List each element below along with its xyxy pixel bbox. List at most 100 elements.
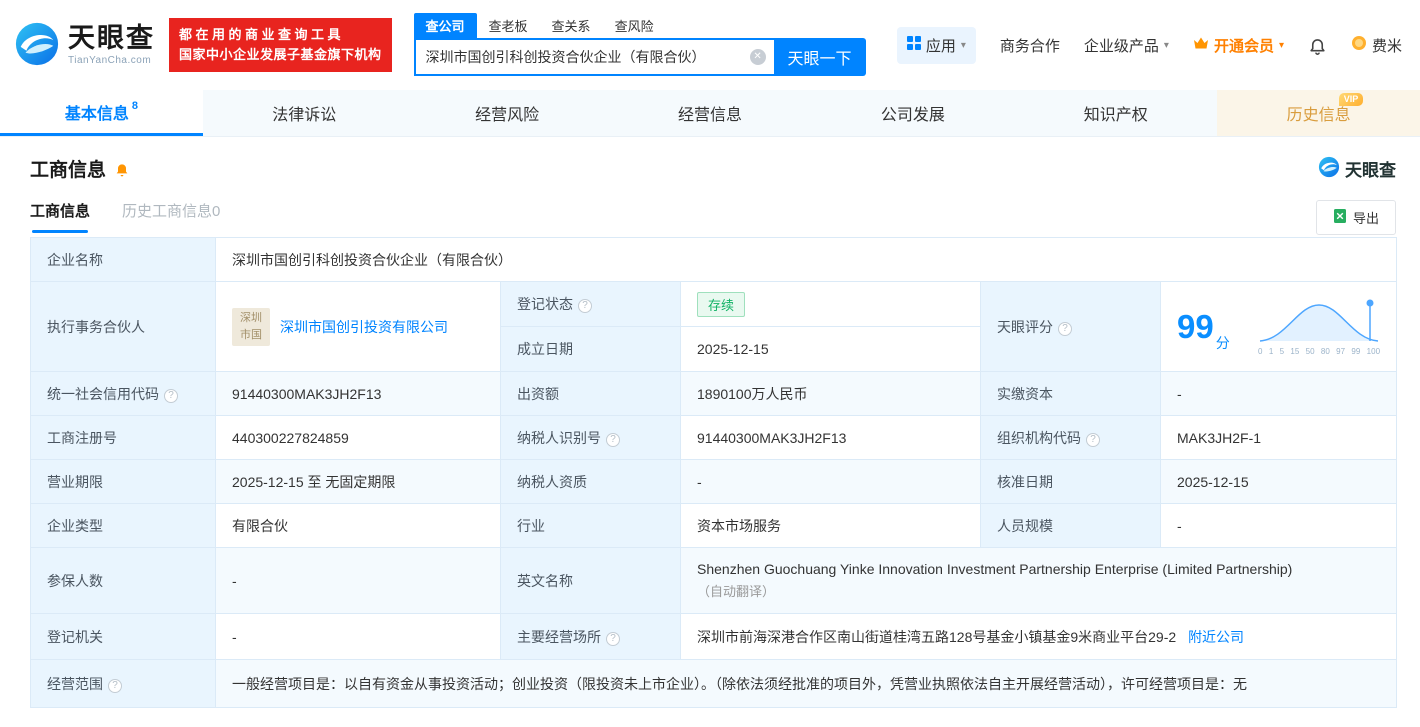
table-row: 工商注册号 440300227824859 纳税人识别号? 91440300MA… <box>30 415 1398 460</box>
score-label-text: 天眼评分 <box>997 318 1053 335</box>
brand-name: 天眼查 <box>68 22 155 53</box>
capital-label: 出资额 <box>500 371 681 416</box>
taxpayer-id-label-text: 纳税人识别号 <box>517 429 601 446</box>
tab-history-info[interactable]: 历史信息 VIP <box>1217 90 1420 136</box>
table-row: 营业期限 2025-12-15 至 无固定期限 纳税人资质 - 核准日期 202… <box>30 459 1398 504</box>
tab-legal-litigation[interactable]: 法律诉讼 <box>203 90 406 136</box>
table-row: 参保人数 - 英文名称 Shenzhen Guochuang Yinke Inn… <box>30 547 1398 614</box>
apps-menu-button[interactable]: 应用 ▾ <box>896 26 976 64</box>
brand-domain: TianYanCha.com <box>68 54 152 66</box>
tianyancha-logo[interactable]: 天眼查 TianYanCha.com <box>14 21 155 70</box>
apps-menu-label: 应用 <box>925 37 956 55</box>
business-scope-label: 经营范围? <box>30 659 216 708</box>
section-header: 工商信息 天眼查 <box>30 155 1396 182</box>
search-tabs: 查公司 查老板 查关系 查风险 <box>413 13 866 38</box>
address-value: 深圳市前海深港合作区南山街道桂湾五路128号基金小镇基金9米商业平台29-2 附… <box>679 613 1398 660</box>
chevron-down-icon: ▾ <box>1163 39 1169 51</box>
vip-badge: VIP <box>1338 93 1364 106</box>
staff-size-value: - <box>1159 503 1398 548</box>
search-tab-relation[interactable]: 查关系 <box>540 13 603 38</box>
bell-icon <box>1310 38 1325 55</box>
user-account-label: 费米 <box>1371 37 1402 55</box>
en-name-value: Shenzhen Guochuang Yinke Innovation Inve… <box>679 547 1398 614</box>
search-input[interactable] <box>425 49 750 65</box>
score-label: 天眼评分? <box>980 281 1161 372</box>
help-icon[interactable]: ? <box>1086 432 1100 447</box>
slogan-line2: 国家中小企业发展子基金旗下机构 <box>179 47 382 62</box>
partner-company-logo: 深圳市国 <box>232 307 270 346</box>
insured-label: 参保人数 <box>30 547 216 614</box>
search-area: 查公司 查老板 查关系 查风险 ✕ 天眼一下 <box>413 13 866 76</box>
open-vip-button[interactable]: 开通会员 ▾ <box>1193 35 1284 56</box>
tab-basic-info[interactable]: 基本信息 8 <box>0 90 203 136</box>
help-icon[interactable]: ? <box>108 678 122 693</box>
enterprise-products-label: 企业级产品 <box>1083 37 1159 55</box>
logo-text: 天眼查 TianYanCha.com <box>68 22 155 66</box>
bell-orange-icon <box>116 163 128 176</box>
address-text: 深圳市前海深港合作区南山街道桂湾五路128号基金小镇基金9米商业平台29-2 <box>697 628 1177 645</box>
crown-icon <box>1193 36 1209 54</box>
excel-icon <box>1333 209 1347 226</box>
section-title: 工商信息 <box>30 160 107 181</box>
help-icon[interactable]: ? <box>606 631 620 646</box>
insured-value: - <box>215 547 501 614</box>
taxpayer-quali-value: - <box>680 459 981 504</box>
notifications-bell-button[interactable] <box>1308 36 1327 55</box>
help-icon[interactable]: ? <box>578 299 592 313</box>
score-curve-chart: 0 1 5 15 50 80 97 99 100 <box>1258 297 1380 356</box>
org-code-value: MAK3JH2F-1 <box>1159 415 1398 460</box>
business-scope-label-text: 经营范围 <box>47 675 103 692</box>
tab-operation-risk[interactable]: 经营风险 <box>406 90 609 136</box>
open-vip-label: 开通会员 <box>1213 37 1274 55</box>
subtab-business-info[interactable]: 工商信息 <box>30 200 90 233</box>
auto-translate-note: （自动翻译） <box>697 584 776 599</box>
search-bar: ✕ 天眼一下 <box>413 38 866 76</box>
company-type-label: 企业类型 <box>30 503 216 548</box>
est-date-value: 2025-12-15 <box>680 326 981 372</box>
paid-capital-value: - <box>1159 371 1398 416</box>
watermark-logo: 天眼查 <box>1318 156 1396 181</box>
tab-intellectual-property[interactable]: 知识产权 <box>1014 90 1217 136</box>
uscc-label-text: 统一社会信用代码 <box>47 385 159 402</box>
table-row: 统一社会信用代码? 91440300MAK3JH2F13 出资额 1890100… <box>30 371 1398 416</box>
help-icon[interactable]: ? <box>1058 321 1072 336</box>
reg-no-label: 工商注册号 <box>30 415 216 460</box>
score-axis-labels: 0 1 5 15 50 80 97 99 100 <box>1258 347 1381 356</box>
subscribe-bell-button[interactable] <box>114 161 130 177</box>
header-menu: 应用 ▾ 商务合作 企业级产品 ▾ 开通会员 ▾ 费米 <box>896 26 1402 64</box>
nearby-companies-link[interactable]: 附近公司 <box>1188 629 1244 645</box>
slogan-badge: 都在用的商业查询工具 国家中小企业发展子基金旗下机构 <box>169 17 392 73</box>
search-tab-risk[interactable]: 查风险 <box>603 13 666 38</box>
chevron-down-icon: ▾ <box>960 39 966 51</box>
paid-capital-label: 实缴资本 <box>980 371 1161 416</box>
search-tab-company[interactable]: 查公司 <box>413 13 477 38</box>
en-name-label: 英文名称 <box>500 547 681 614</box>
approval-date-label: 核准日期 <box>980 459 1161 504</box>
clear-input-icon[interactable]: ✕ <box>749 49 766 65</box>
help-icon[interactable]: ? <box>606 432 620 447</box>
partner-value: 深圳市国 深圳市国创引投资有限公司 <box>215 281 501 372</box>
tab-operation-info[interactable]: 经营信息 <box>609 90 812 136</box>
search-tab-boss[interactable]: 查老板 <box>477 13 540 38</box>
export-button[interactable]: 导出 <box>1315 200 1396 235</box>
table-row: 企业名称 深圳市国创引科创投资合伙企业（有限合伙） <box>30 237 1398 282</box>
business-cooperation-link[interactable]: 商务合作 <box>1000 35 1060 56</box>
score-value-cell: 99 分 0 1 5 15 50 80 97 99 100 <box>1159 281 1398 372</box>
enterprise-products-menu[interactable]: 企业级产品 ▾ <box>1084 35 1169 56</box>
reg-status-label-text: 登记状态 <box>517 296 573 312</box>
chevron-down-icon: ▾ <box>1278 39 1284 51</box>
industry-value: 资本市场服务 <box>680 503 981 548</box>
user-coin-icon <box>1351 35 1367 55</box>
user-account-menu[interactable]: 费米 <box>1351 35 1402 56</box>
reg-status-value: 存续 <box>680 281 981 327</box>
slogan-line1: 都在用的商业查询工具 <box>179 26 345 42</box>
tab-company-development[interactable]: 公司发展 <box>811 90 1014 136</box>
partner-company-link[interactable]: 深圳市国创引投资有限公司 <box>280 317 448 337</box>
subtab-history-business-info[interactable]: 历史工商信息0 <box>122 200 220 233</box>
help-icon[interactable]: ? <box>164 388 178 403</box>
partner-label: 执行事务合伙人 <box>30 281 216 372</box>
uscc-label: 统一社会信用代码? <box>30 371 216 416</box>
table-row: 执行事务合伙人 深圳市国 深圳市国创引投资有限公司 登记状态? 存续 天眼评分?… <box>30 281 1398 372</box>
search-button[interactable]: 天眼一下 <box>773 38 866 76</box>
org-code-label: 组织机构代码? <box>980 415 1161 460</box>
